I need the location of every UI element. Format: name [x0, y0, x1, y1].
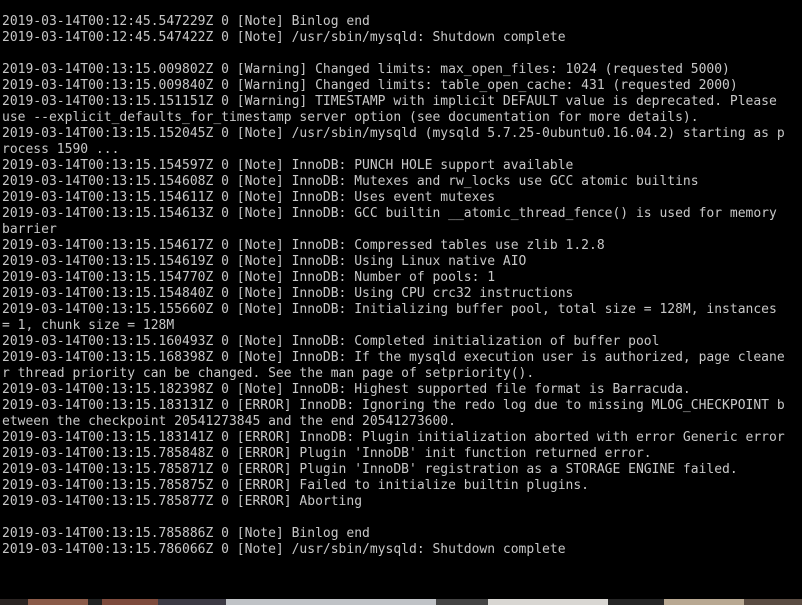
log-line: 2019-03-14T00:13:15.785877Z 0 [ERROR] Ab…	[2, 494, 363, 509]
log-line: 2019-03-14T00:13:15.154617Z 0 [Note] Inn…	[2, 238, 605, 253]
log-line: 2019-03-14T00:13:15.154840Z 0 [Note] Inn…	[2, 286, 574, 301]
thumbnail-4[interactable]	[102, 599, 158, 605]
thumbnail-7[interactable]	[436, 599, 488, 605]
log-line: 2019-03-14T00:13:15.152045Z 0 [Note] /us…	[2, 126, 785, 141]
log-line: 2019-03-14T00:13:15.785886Z 0 [Note] Bin…	[2, 526, 370, 541]
log-line: 2019-03-14T00:13:15.009840Z 0 [Warning] …	[2, 78, 738, 93]
thumbnail-5[interactable]	[158, 599, 226, 605]
terminal-screen: 2019-03-14T00:12:45.547229Z 0 [Note] Bin…	[0, 0, 802, 605]
log-line: 2019-03-14T00:13:15.785871Z 0 [ERROR] Pl…	[2, 462, 738, 477]
log-line: 2019-03-14T00:13:15.160493Z 0 [Note] Inn…	[2, 334, 660, 349]
log-line: 2019-03-14T00:13:15.009802Z 0 [Warning] …	[2, 62, 730, 77]
log-line: 2019-03-14T00:13:15.151151Z 0 [Warning] …	[2, 94, 777, 109]
log-line: r thread priority can be changed. See th…	[2, 366, 535, 381]
log-line: 2019-03-14T00:13:15.154770Z 0 [Note] Inn…	[2, 270, 496, 285]
log-line: 2019-03-14T00:12:45.547229Z 0 [Note] Bin…	[2, 14, 370, 29]
log-line: 2019-03-14T00:13:15.154597Z 0 [Note] Inn…	[2, 158, 574, 173]
log-line: rocess 1590 ...	[2, 142, 120, 157]
log-line: 2019-03-14T00:13:15.155660Z 0 [Note] Inn…	[2, 302, 777, 317]
thumbnail-2[interactable]	[28, 599, 88, 605]
log-line: use --explicit_defaults_for_timestamp se…	[2, 110, 699, 125]
thumbnail-1[interactable]	[0, 599, 28, 605]
log-line: 2019-03-14T00:13:15.182398Z 0 [Note] Inn…	[2, 382, 691, 397]
log-line: 2019-03-14T00:13:15.785848Z 0 [ERROR] Pl…	[2, 446, 652, 461]
thumbnail-6[interactable]	[226, 599, 436, 605]
log-line: etween the checkpoint 20541273845 and th…	[2, 414, 456, 429]
thumbnail-3[interactable]	[88, 599, 102, 605]
log-line: 2019-03-14T00:13:15.183131Z 0 [ERROR] In…	[2, 398, 785, 413]
thumbnail-11[interactable]	[744, 599, 802, 605]
log-line: 2019-03-14T00:13:15.154611Z 0 [Note] Inn…	[2, 190, 496, 205]
log-line: 2019-03-14T00:13:15.785875Z 0 [ERROR] Fa…	[2, 478, 589, 493]
log-line: 2019-03-14T00:13:15.154619Z 0 [Note] Inn…	[2, 254, 527, 269]
log-line: 2019-03-14T00:13:15.154613Z 0 [Note] Inn…	[2, 206, 777, 221]
log-line: 2019-03-14T00:12:45.547422Z 0 [Note] /us…	[2, 30, 566, 45]
bottom-thumbnail-strip	[0, 599, 802, 605]
log-line: 2019-03-14T00:13:15.154608Z 0 [Note] Inn…	[2, 174, 699, 189]
thumbnail-9[interactable]	[608, 599, 664, 605]
log-line: 2019-03-14T00:13:15.168398Z 0 [Note] Inn…	[2, 350, 785, 365]
thumbnail-10[interactable]	[664, 599, 744, 605]
log-line: 2019-03-14T00:13:15.786066Z 0 [Note] /us…	[2, 542, 566, 557]
log-line: = 1, chunk size = 128M	[2, 318, 175, 333]
log-line: 2019-03-14T00:13:15.183141Z 0 [ERROR] In…	[2, 430, 785, 445]
thumbnail-8[interactable]	[488, 599, 608, 605]
log-line: barrier	[2, 222, 57, 237]
console-output: 2019-03-14T00:12:45.547229Z 0 [Note] Bin…	[2, 14, 802, 558]
